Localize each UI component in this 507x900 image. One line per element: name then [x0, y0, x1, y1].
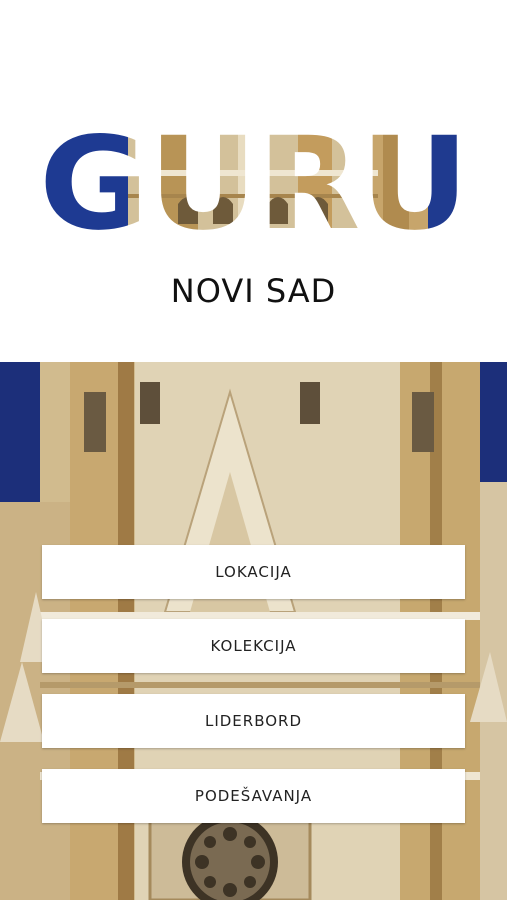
- menu-item-lokacija[interactable]: LOKACIJA: [42, 545, 465, 599]
- menu-item-label: KOLEKCIJA: [210, 637, 297, 655]
- menu-item-liderbord[interactable]: LIDERBORD: [42, 694, 465, 748]
- menu-item-kolekcija[interactable]: KOLEKCIJA: [42, 619, 465, 673]
- menu-item-label: PODEŠAVANJA: [194, 787, 313, 805]
- logo-text: GURU: [39, 124, 469, 234]
- app-logo: GURU: [38, 124, 470, 234]
- city-title: NOVI SAD: [170, 272, 337, 310]
- menu-item-podesavanja[interactable]: PODEŠAVANJA: [42, 769, 465, 823]
- menu-item-label: LIDERBORD: [204, 712, 303, 730]
- menu-item-label: LOKACIJA: [215, 563, 292, 581]
